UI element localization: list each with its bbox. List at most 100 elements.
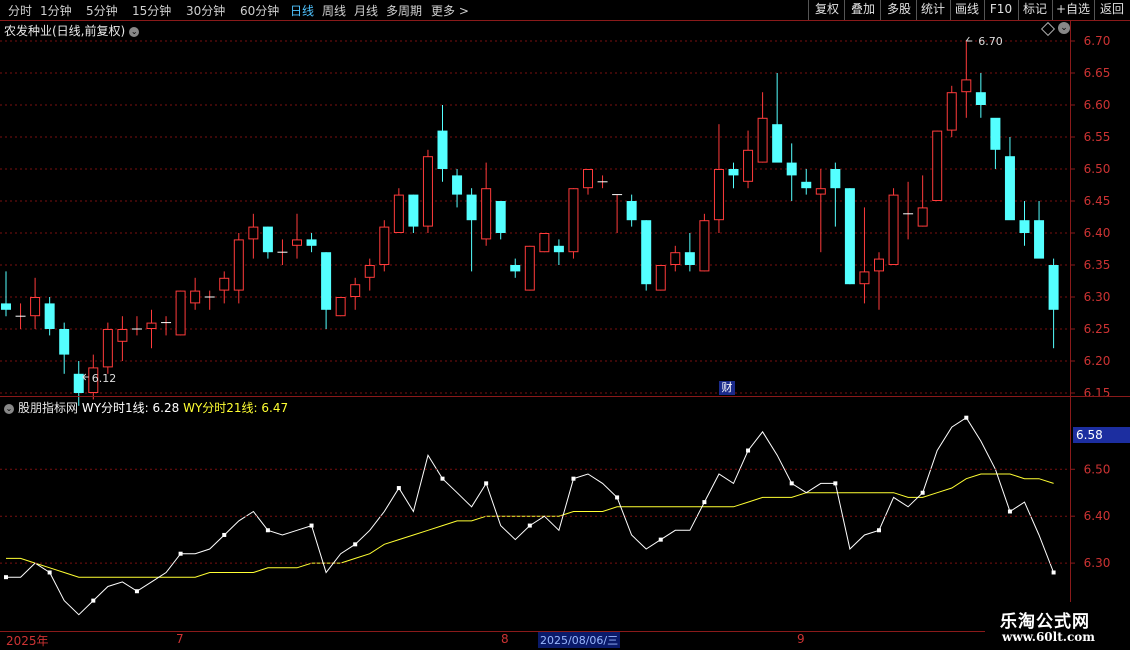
indicator-tick-label: 6.30 (1084, 556, 1111, 570)
price-tick-label: 6.40 (1084, 226, 1111, 240)
finance-marker[interactable]: 财 (719, 381, 735, 395)
candle-down (553, 245, 564, 253)
candle-down (1048, 265, 1059, 310)
candle-up (175, 290, 186, 336)
wy-1-point (309, 523, 314, 528)
candle-up (190, 290, 201, 304)
indicator-title: ⌄ 股朋指标网 WY分时1线: 6.28 WY分时21线: 6.47 (4, 399, 288, 416)
date-label-august: 8 (501, 632, 509, 646)
indicator-name: 股朋指标网 (18, 401, 79, 415)
price-tick-label: 6.60 (1084, 98, 1111, 112)
axis-divider (1070, 20, 1071, 632)
candle-down (408, 194, 419, 227)
wy-1-point (571, 476, 576, 481)
wy-1-point (47, 570, 52, 575)
price-tick-label: 6.50 (1084, 162, 1111, 176)
candle-up (30, 297, 41, 317)
price-tick-label: 6.25 (1084, 322, 1111, 336)
candle-up (815, 188, 826, 195)
date-label-year: 2025年 (6, 634, 49, 648)
panel-divider (0, 396, 1130, 397)
candle-down (262, 226, 273, 253)
candle-up (393, 194, 404, 234)
price-tick-label: 6.65 (1084, 66, 1111, 80)
candle-down (510, 265, 521, 272)
wy-1-point (833, 481, 838, 486)
candle-up (670, 252, 681, 265)
candle-down (59, 329, 70, 355)
wy-1-point (1051, 570, 1056, 575)
wy-1-point (527, 523, 532, 528)
candle-down (437, 130, 448, 169)
wy-1-point (222, 532, 227, 537)
candle-up (292, 239, 302, 246)
price-tick-label: 6.70 (1084, 34, 1111, 48)
wy-1-point (265, 528, 270, 533)
candle-down (466, 194, 477, 221)
watermark-url: www.60lt.com (1002, 630, 1095, 644)
candle-down (1034, 220, 1045, 259)
candle-down (990, 117, 1001, 150)
candle-down (321, 252, 332, 310)
wy-1-point (746, 448, 751, 453)
price-tick-label: 6.45 (1084, 194, 1111, 208)
price-tick-label: 6.20 (1084, 354, 1111, 368)
candlestick-chart[interactable]: 6.70 6.65 6.60 6.55 6.50 6.45 6.40 6.35 6.30 6.25… (0, 0, 1130, 650)
candle-up (874, 258, 884, 272)
candle-up (757, 117, 768, 163)
wy-1-point (4, 575, 8, 580)
candle-up (932, 130, 943, 202)
high-price-label: 6.70 (978, 35, 1003, 48)
candle-up (481, 188, 492, 240)
indicator-line1-value: WY分时1线: 6.28 (81, 401, 180, 415)
chevron-down-icon[interactable]: ⌄ (4, 403, 14, 414)
candle-up (859, 271, 870, 285)
selected-date[interactable]: 2025/08/06/三 (538, 632, 621, 648)
candle-up (583, 169, 593, 189)
wy-1-point (134, 589, 139, 594)
date-label-july: 7 (176, 632, 184, 646)
wy-1-point (615, 495, 620, 500)
candle-up (117, 329, 128, 342)
candle-down (306, 239, 317, 246)
candle-up (699, 220, 710, 272)
candle-down (1004, 156, 1015, 221)
indicator-tick-label: 6.50 (1084, 462, 1111, 476)
high-arrow-icon (965, 36, 973, 42)
candle-up (888, 194, 899, 266)
candle-up (946, 92, 957, 131)
wy-1-point (964, 415, 969, 420)
candle-down (641, 220, 652, 285)
wy-1-point (396, 486, 401, 491)
wy-1-point (920, 490, 925, 495)
candle-down (1019, 220, 1030, 233)
wy-1-point (440, 476, 445, 481)
candle-down (844, 188, 855, 285)
candle-down (73, 373, 84, 393)
wy-1-point (178, 551, 183, 556)
candle-down (728, 169, 739, 176)
wy-1-point (789, 481, 794, 486)
candle-up (655, 265, 666, 291)
current-price-tag: 6.58 (1073, 427, 1130, 443)
candle-down (626, 201, 637, 221)
candle-down (975, 92, 986, 105)
date-label-september: 9 (797, 632, 805, 646)
candle-up (961, 79, 972, 93)
candle-up (539, 233, 550, 253)
wy-1-point (91, 598, 96, 603)
candle-down (801, 181, 812, 189)
candle-up (219, 277, 230, 291)
candle-up (379, 226, 390, 266)
candle-up (102, 329, 113, 368)
candle-down (44, 303, 55, 329)
candle-up (524, 245, 535, 291)
candle-down (830, 169, 841, 189)
wy-1-point (484, 481, 489, 486)
price-tick-label: 6.30 (1084, 290, 1111, 304)
candle-up (350, 284, 361, 298)
candle-down (684, 252, 695, 265)
candle-up (146, 322, 157, 330)
price-tick-label: 6.15 (1084, 386, 1111, 400)
candle-down (495, 201, 506, 233)
